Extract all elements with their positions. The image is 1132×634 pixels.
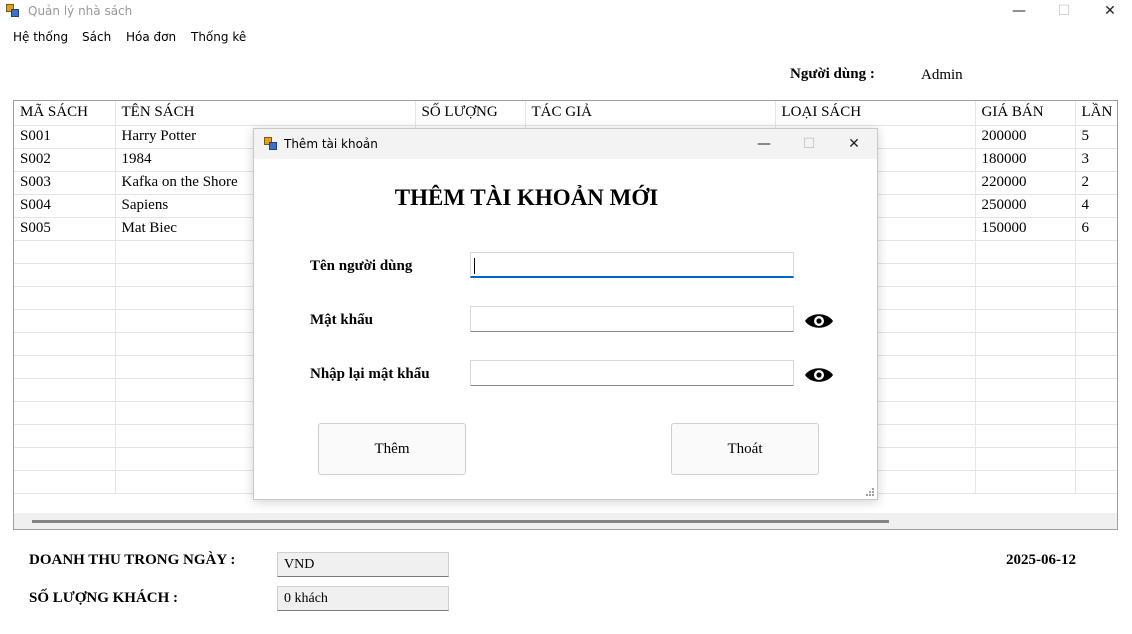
revenue-label: DOANH THU TRONG NGÀY : bbox=[29, 552, 236, 568]
column-header[interactable]: GIÁ BÁN bbox=[975, 101, 1076, 126]
menu-books[interactable]: Sách bbox=[82, 30, 111, 44]
dialog-close-button[interactable]: ✕ bbox=[832, 133, 876, 155]
column-header[interactable]: LOẠI SÁCH bbox=[775, 101, 976, 126]
dialog-titlebar[interactable]: Thêm tài khoản — ☐ ✕ bbox=[254, 129, 877, 159]
horizontal-scrollbar[interactable] bbox=[14, 513, 1117, 529]
close-button[interactable]: ✕ bbox=[1087, 0, 1132, 26]
username-input[interactable] bbox=[470, 252, 794, 278]
column-header[interactable]: TÊN SÁCH bbox=[115, 101, 416, 126]
menu-system[interactable]: Hệ thống bbox=[13, 30, 68, 44]
maximize-button: ☐ bbox=[1057, 3, 1071, 19]
table-header-row: MÃ SÁCH TÊN SÁCH SỐ LƯỢNG TÁC GIẢ LOẠI S… bbox=[14, 101, 1117, 126]
table-cell[interactable]: S004 bbox=[14, 194, 116, 218]
user-label: Người dùng : bbox=[790, 66, 875, 82]
column-header[interactable]: LẦN bbox=[1075, 101, 1117, 126]
table-cell[interactable]: 220000 bbox=[975, 171, 1076, 195]
customers-label: SỐ LƯỢNG KHÁCH : bbox=[29, 590, 179, 606]
menu-invoices[interactable]: Hóa đơn bbox=[126, 30, 176, 44]
add-account-dialog: Thêm tài khoản — ☐ ✕ THÊM TÀI KHOẢN MỚI … bbox=[253, 128, 878, 500]
dialog-title: Thêm tài khoản bbox=[284, 137, 378, 151]
table-cell[interactable]: S005 bbox=[14, 217, 116, 241]
table-cell[interactable]: 5 bbox=[1075, 125, 1117, 149]
dialog-minimize-button[interactable]: — bbox=[742, 133, 786, 155]
table-cell[interactable]: 200000 bbox=[975, 125, 1076, 149]
table-cell[interactable]: 2 bbox=[1075, 171, 1117, 195]
minimize-button[interactable]: — bbox=[996, 0, 1042, 26]
exit-button[interactable]: Thoát bbox=[671, 423, 819, 475]
window-titlebar[interactable]: Quản lý nhà sách — ☐ ✕ bbox=[0, 0, 1132, 26]
app-icon bbox=[6, 4, 20, 18]
current-date: 2025-06-12 bbox=[1006, 552, 1076, 568]
eye-icon[interactable] bbox=[803, 364, 835, 386]
username-label: Tên người dùng bbox=[310, 258, 413, 274]
confirm-password-input[interactable] bbox=[470, 360, 794, 386]
scrollbar-thumb[interactable] bbox=[32, 520, 889, 523]
table-cell[interactable]: 250000 bbox=[975, 194, 1076, 218]
dialog-heading: THÊM TÀI KHOẢN MỚI bbox=[394, 185, 659, 210]
window-title: Quản lý nhà sách bbox=[28, 4, 133, 18]
column-header[interactable]: MÃ SÁCH bbox=[14, 101, 116, 126]
table-cell[interactable]: S002 bbox=[14, 148, 116, 172]
app-icon bbox=[264, 137, 278, 151]
add-button[interactable]: Thêm bbox=[318, 423, 466, 475]
dialog-maximize-button: ☐ bbox=[802, 136, 816, 152]
table-cell[interactable]: 6 bbox=[1075, 217, 1117, 241]
customers-field: 0 khách bbox=[277, 586, 449, 611]
table-cell[interactable]: 4 bbox=[1075, 194, 1117, 218]
column-header[interactable]: SỐ LƯỢNG bbox=[415, 101, 526, 126]
table-cell[interactable]: 3 bbox=[1075, 148, 1117, 172]
confirm-password-label: Nhập lại mật khẩu bbox=[310, 366, 430, 382]
table-cell[interactable]: 150000 bbox=[975, 217, 1076, 241]
text-caret bbox=[474, 258, 475, 274]
eye-icon[interactable] bbox=[803, 310, 835, 332]
revenue-field: VND bbox=[277, 552, 449, 577]
table-cell[interactable]: S001 bbox=[14, 125, 116, 149]
password-input[interactable] bbox=[470, 306, 794, 332]
table-cell[interactable]: S003 bbox=[14, 171, 116, 195]
table-cell[interactable]: 180000 bbox=[975, 148, 1076, 172]
user-value: Admin bbox=[921, 67, 963, 83]
menu-bar: Hệ thống Sách Hóa đơn Thống kê bbox=[0, 26, 1132, 50]
menu-statistics[interactable]: Thống kê bbox=[191, 30, 246, 44]
resize-grip[interactable] bbox=[866, 488, 874, 496]
column-header[interactable]: TÁC GIẢ bbox=[525, 101, 776, 126]
password-label: Mật khẩu bbox=[310, 312, 373, 328]
